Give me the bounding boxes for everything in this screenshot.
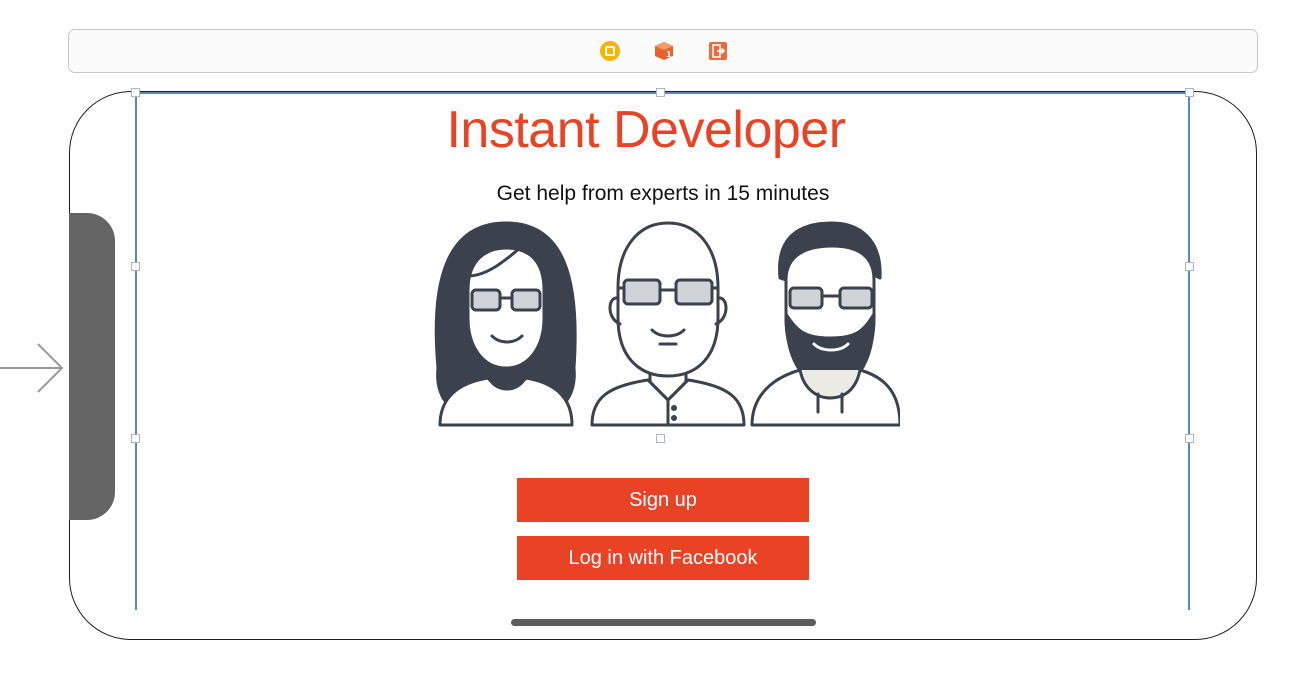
resize-handle[interactable] (131, 434, 140, 443)
woman-avatar-icon (434, 221, 577, 427)
resize-handle[interactable] (656, 88, 665, 97)
exit-icon[interactable] (707, 40, 729, 62)
app-title: Instant Developer (446, 101, 846, 159)
safe-area-guide-left (135, 92, 137, 610)
resize-handle[interactable] (131, 262, 140, 271)
bald-man-avatar-icon (590, 221, 746, 427)
resize-handle[interactable] (1185, 434, 1194, 443)
first-responder-icon[interactable]: 1 (653, 40, 675, 62)
device-notch (69, 213, 115, 520)
safe-area-guide-right (1188, 92, 1190, 610)
signup-button[interactable]: Sign up (517, 478, 809, 522)
initial-view-controller-arrow-icon (0, 343, 64, 393)
resize-handle[interactable] (1185, 88, 1194, 97)
resize-handle[interactable] (1185, 262, 1194, 271)
home-indicator (511, 619, 816, 626)
app-subtitle: Get help from experts in 15 minutes (496, 182, 830, 205)
experts-illustration (434, 221, 900, 427)
resize-handle[interactable] (131, 88, 140, 97)
scene-dock: 1 (68, 29, 1258, 73)
resize-handle[interactable] (656, 434, 665, 443)
facebook-login-button[interactable]: Log in with Facebook (517, 536, 809, 580)
svg-text:1: 1 (666, 50, 672, 59)
bearded-man-avatar-icon (750, 221, 900, 427)
view-controller-icon[interactable] (599, 40, 621, 62)
